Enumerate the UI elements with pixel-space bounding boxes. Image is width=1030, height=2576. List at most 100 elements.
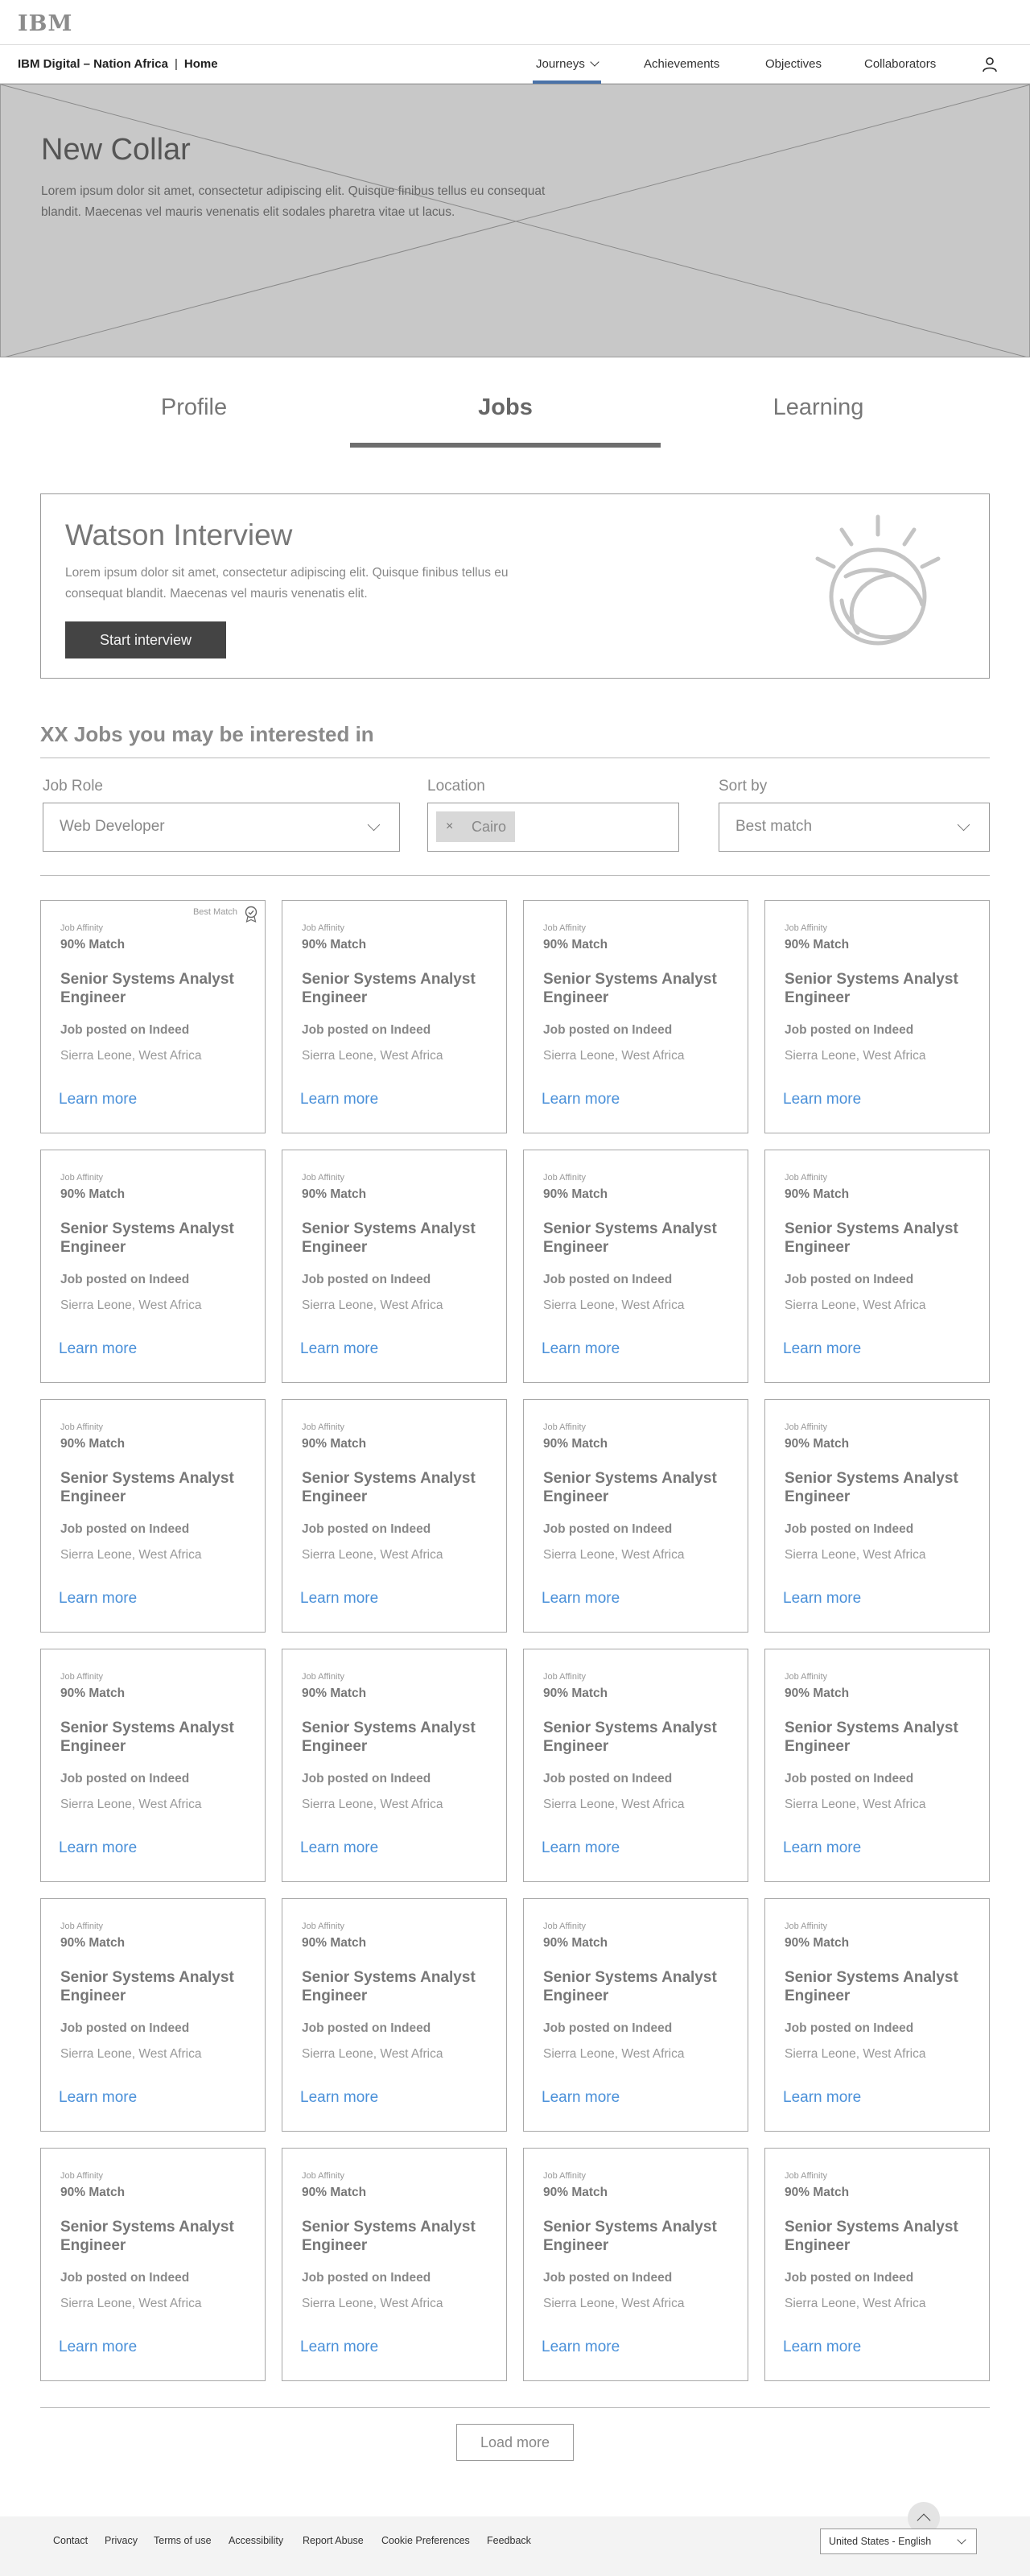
job-source: Job posted on Indeed [785, 1273, 914, 1286]
nav-item-achievements[interactable]: Achievements [644, 45, 719, 84]
ibm-logo[interactable]: IBM [18, 11, 72, 36]
learn-more-link[interactable]: Learn more [59, 1590, 137, 1608]
job-match-value: 90% Match [60, 1686, 126, 1700]
job-match-value: 90% Match [60, 1437, 126, 1451]
footer-link-feedback[interactable]: Feedback [487, 2535, 531, 2546]
job-match-value: 90% Match [302, 1686, 367, 1700]
footer-link-accessibility[interactable]: Accessibility [229, 2535, 283, 2546]
job-affinity-label: Job Affinity [60, 1422, 103, 1432]
footer-link-report-abuse[interactable]: Report Abuse [303, 2535, 364, 2546]
language-value: United States - English [829, 2536, 932, 2547]
breadcrumb-separator: | [174, 57, 178, 71]
learn-more-link[interactable]: Learn more [300, 2339, 378, 2356]
job-source: Job posted on Indeed [60, 1023, 190, 1037]
divider [40, 2407, 990, 2408]
learn-more-link[interactable]: Learn more [59, 1091, 137, 1108]
org-name[interactable]: IBM Digital – Nation Africa [18, 57, 168, 71]
job-match-value: 90% Match [302, 938, 367, 952]
learn-more-link[interactable]: Learn more [783, 1839, 861, 1857]
tab-learning[interactable]: Learning [663, 394, 974, 443]
learn-more-link[interactable]: Learn more [542, 2339, 620, 2356]
footer-link-cookie-preferences[interactable]: Cookie Preferences [381, 2535, 470, 2546]
tab-jobs[interactable]: Jobs [350, 394, 661, 443]
job-source: Job posted on Indeed [60, 2021, 190, 2035]
nav-item-objectives[interactable]: Objectives [765, 45, 822, 84]
job-location: Sierra Leone, West Africa [543, 2047, 685, 2061]
load-more-button[interactable]: Load more [456, 2424, 574, 2461]
footer-link-privacy[interactable]: Privacy [105, 2535, 138, 2546]
learn-more-link[interactable]: Learn more [300, 1091, 378, 1108]
learn-more-link[interactable]: Learn more [59, 1839, 137, 1857]
learn-more-link[interactable]: Learn more [59, 2089, 137, 2107]
chevron-down-icon [957, 818, 970, 832]
job-title: Senior Systems Analyst Engineer [543, 1220, 717, 1256]
learn-more-link[interactable]: Learn more [542, 1340, 620, 1358]
location-tag-label: Cairo [472, 819, 507, 835]
tab-label: Profile [160, 394, 228, 420]
job-card: Job Affinity 90% Match Senior Systems Anal… [764, 2148, 990, 2381]
job-title: Senior Systems Analyst Engineer [60, 1470, 234, 1505]
learn-more-link[interactable]: Learn more [300, 1340, 378, 1358]
nav-item-label: Objectives [765, 57, 822, 71]
nav-item-journeys[interactable]: Journeys [533, 45, 601, 84]
learn-more-link[interactable]: Learn more [783, 2339, 861, 2356]
job-affinity-label: Job Affinity [785, 1672, 827, 1682]
close-icon[interactable]: × [446, 811, 453, 842]
job-match-value: 90% Match [785, 1437, 850, 1451]
job-location: Sierra Leone, West Africa [543, 1798, 685, 1811]
tab-label: Learning [772, 394, 864, 420]
job-affinity-label: Job Affinity [543, 1422, 586, 1432]
job-role-select[interactable]: Web Developer [43, 803, 400, 852]
user-icon[interactable] [982, 56, 998, 72]
job-location: Sierra Leone, West Africa [60, 1548, 202, 1562]
job-title: Senior Systems Analyst Engineer [543, 1969, 717, 2004]
learn-more-link[interactable]: Learn more [59, 2339, 137, 2356]
learn-more-link[interactable]: Learn more [783, 1091, 861, 1108]
learn-more-link[interactable]: Learn more [542, 1590, 620, 1608]
job-card: Job Affinity 90% Match Senior Systems Anal… [282, 900, 507, 1133]
job-card: Job Affinity 90% Match Senior Systems Anal… [40, 1898, 266, 2132]
learn-more-link[interactable]: Learn more [542, 2089, 620, 2107]
masthead: IBM [0, 0, 1030, 45]
job-affinity-label: Job Affinity [60, 1173, 103, 1183]
job-location: Sierra Leone, West Africa [60, 2047, 202, 2061]
tab-profile[interactable]: Profile [39, 394, 349, 443]
learn-more-link[interactable]: Learn more [300, 2089, 378, 2107]
learn-more-link[interactable]: Learn more [542, 1091, 620, 1108]
nav-item-label: Collaborators [864, 57, 937, 71]
job-location: Sierra Leone, West Africa [302, 1798, 443, 1811]
job-title: Senior Systems Analyst Engineer [60, 1969, 234, 2004]
learn-more-link[interactable]: Learn more [300, 1839, 378, 1857]
job-title: Senior Systems Analyst Engineer [785, 1969, 958, 2004]
language-select[interactable]: United States - English [820, 2529, 977, 2554]
breadcrumb-home[interactable]: Home [184, 57, 218, 71]
sort-by-select[interactable]: Best match [719, 803, 990, 852]
job-title: Senior Systems Analyst Engineer [60, 2219, 234, 2254]
job-match-value: 90% Match [60, 2186, 126, 2199]
job-affinity-label: Job Affinity [302, 2171, 344, 2181]
location-field[interactable]: × Cairo [427, 803, 679, 852]
jobs-heading: XX Jobs you may be interested in [40, 722, 374, 746]
job-location: Sierra Leone, West Africa [302, 1049, 443, 1063]
nav-item-label: Achievements [644, 57, 720, 71]
learn-more-link[interactable]: Learn more [783, 2089, 861, 2107]
job-match-value: 90% Match [785, 2186, 850, 2199]
job-card: Job Affinity 90% Match Senior Systems Anal… [282, 1150, 507, 1383]
nav-item-collaborators[interactable]: Collaborators [864, 45, 936, 84]
learn-more-link[interactable]: Learn more [783, 1590, 861, 1608]
start-interview-button[interactable]: Start interview [65, 621, 226, 658]
footer-link-contact[interactable]: Contact [53, 2535, 88, 2546]
footer-link-terms-of-use[interactable]: Terms of use [154, 2535, 212, 2546]
job-match-value: 90% Match [543, 1187, 608, 1201]
job-match-value: 90% Match [785, 1686, 850, 1700]
job-affinity-label: Job Affinity [302, 1672, 344, 1682]
learn-more-link[interactable]: Learn more [542, 1839, 620, 1857]
job-role-value: Web Developer [60, 818, 165, 835]
job-card: Job Affinity 90% Match Senior Systems Anal… [282, 2148, 507, 2381]
job-source: Job posted on Indeed [785, 2271, 914, 2285]
learn-more-link[interactable]: Learn more [59, 1340, 137, 1358]
learn-more-link[interactable]: Learn more [783, 1340, 861, 1358]
learn-more-link[interactable]: Learn more [300, 1590, 378, 1608]
hero-title: New Collar [41, 133, 191, 167]
nav-item-label: Journeys [536, 57, 585, 71]
